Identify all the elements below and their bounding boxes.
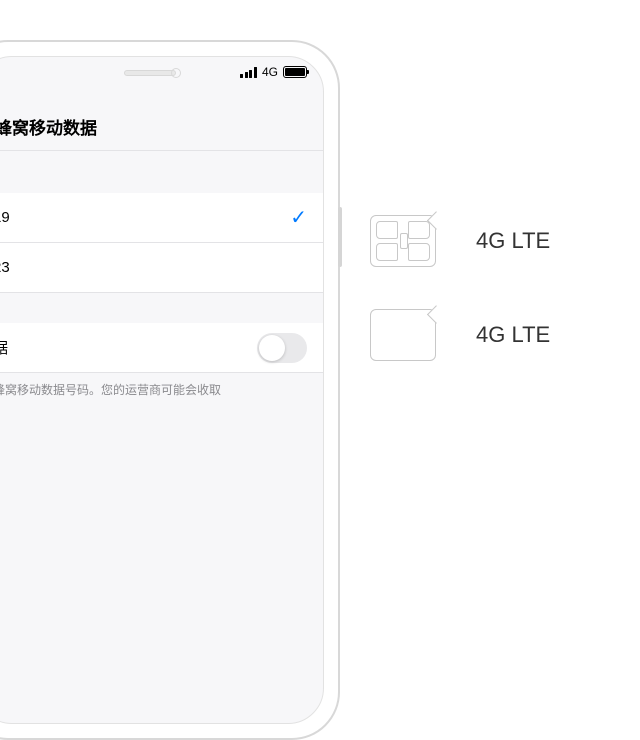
sim-row-2: 4G LTE: [370, 309, 550, 361]
phone-frame: 4G 蜂窝移动数据 19 ✓ 23 据 蜂窝移动数据号码: [0, 40, 340, 740]
page-title: 蜂窝移动数据: [0, 114, 97, 139]
battery-icon: [283, 66, 307, 78]
checkmark-icon: ✓: [290, 205, 307, 230]
switch-knob: [259, 335, 285, 361]
sim-card-icon: [370, 215, 436, 267]
esim-card-icon: [370, 309, 436, 361]
phone-screen: 4G 蜂窝移动数据 19 ✓ 23 据 蜂窝移动数据号码: [0, 56, 324, 724]
network-label: 4G: [262, 65, 278, 79]
toggle-switch[interactable]: [257, 333, 307, 363]
sim-2-label: 4G LTE: [476, 322, 550, 348]
footer-text: 蜂窝移动数据号码。您的运营商可能会收取: [0, 373, 323, 406]
sim-section: 4G LTE 4G LTE: [370, 215, 550, 361]
list-item-label: 23: [0, 259, 10, 276]
list-item[interactable]: 23: [0, 243, 323, 293]
content-area: 19 ✓ 23 据 蜂窝移动数据号码。您的运营商可能会收取: [0, 151, 323, 723]
list-item-label: 19: [0, 209, 10, 226]
speaker-grille: [124, 70, 176, 76]
list-item[interactable]: 19 ✓: [0, 193, 323, 243]
page-header: 蜂窝移动数据: [0, 103, 323, 151]
toggle-row[interactable]: 据: [0, 323, 323, 373]
status-bar: 4G: [240, 65, 307, 79]
sim-1-label: 4G LTE: [476, 228, 550, 254]
sim-row-1: 4G LTE: [370, 215, 550, 267]
side-button: [338, 207, 342, 267]
toggle-label: 据: [0, 337, 8, 358]
front-camera: [171, 68, 181, 78]
signal-icon: [240, 67, 257, 78]
